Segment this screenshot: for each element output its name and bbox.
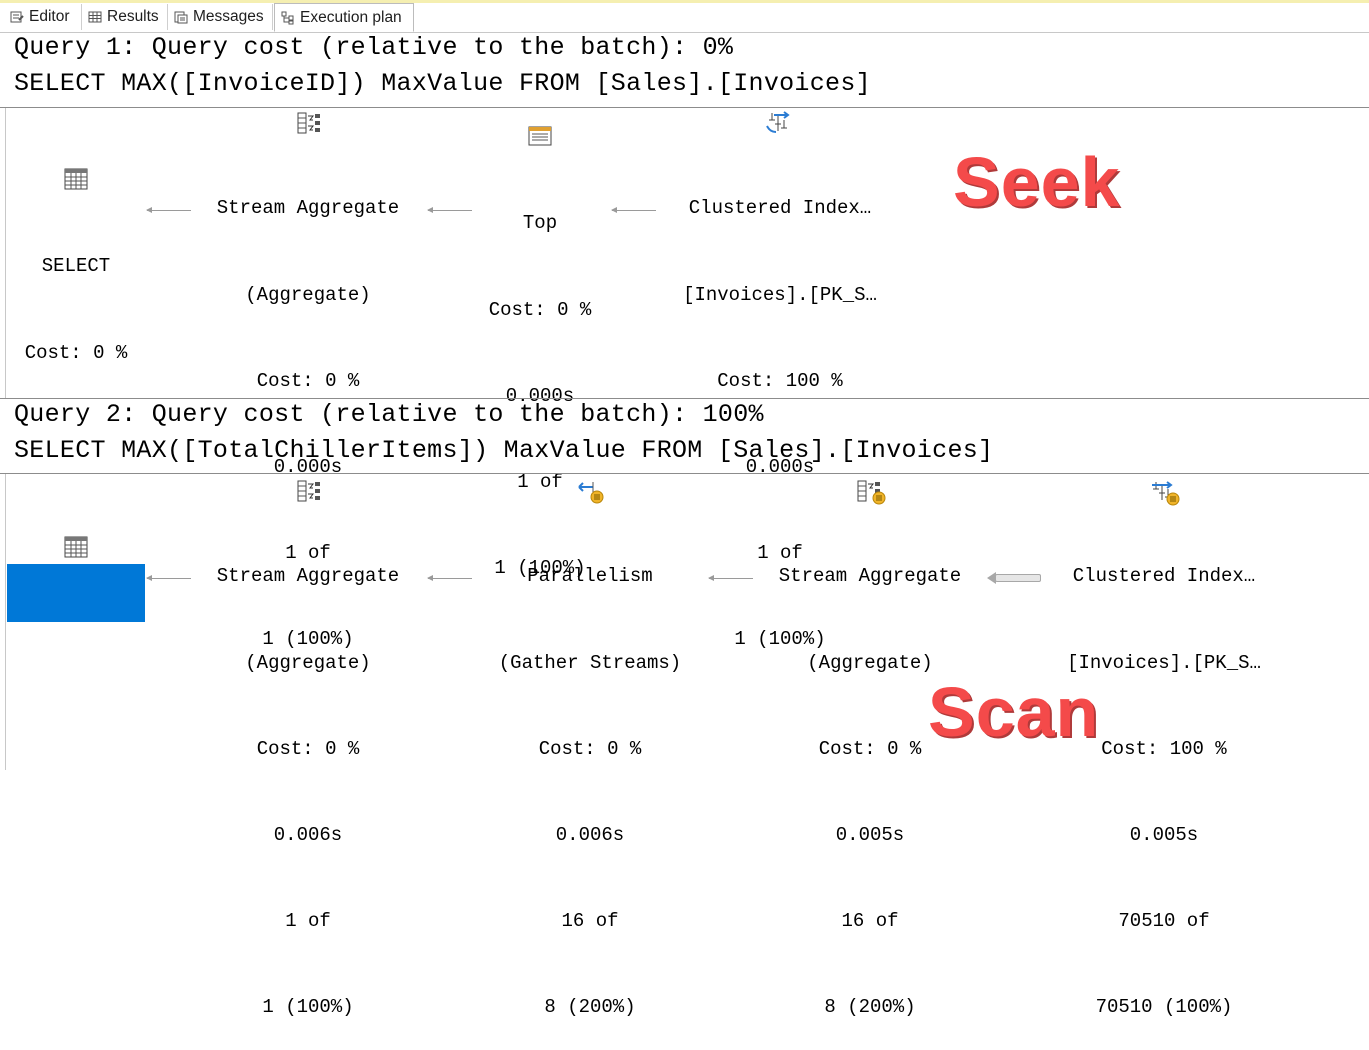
q2-select-node[interactable]: SELECT Cost: 0 % [6, 563, 146, 764]
q2-agg2-time: 0.005s [835, 823, 905, 846]
q1-idx-object: [Invoices].[PK_S… [683, 283, 877, 306]
tab-messages[interactable]: Messages [168, 4, 273, 30]
q1-arrow-2 [427, 207, 472, 213]
q2-agg2-rows-estimate: 8 (200%) [824, 995, 916, 1018]
q2-agg-time: 0.006s [273, 823, 343, 846]
editor-icon [10, 10, 24, 24]
query2-sql-text: SELECT MAX([TotalChillerItems]) MaxValue… [14, 436, 994, 465]
tab-results[interactable]: Results [82, 4, 168, 30]
q2-agg2-name: Stream Aggregate [778, 565, 962, 588]
top-operator-icon[interactable] [528, 126, 552, 151]
tab-results-label: Results [107, 8, 159, 25]
q2-clustered-index-node[interactable]: Clustered Index… [Invoices].[PK_S… Cost:… [1034, 505, 1294, 1050]
q1-agg-name: Stream Aggregate [216, 197, 400, 220]
q2-par-rows-estimate: 8 (200%) [544, 995, 636, 1018]
q2-select-cost: Cost: 0 % [24, 709, 128, 732]
tab-editor[interactable]: Editor [4, 4, 82, 30]
tab-execution-plan-label: Execution plan [300, 8, 402, 26]
q1-agg-sub: (Aggregate) [245, 283, 371, 306]
select-result-icon[interactable] [64, 536, 88, 563]
q2-stream-aggregate-2-node[interactable]: Stream Aggregate (Aggregate) Cost: 0 % 0… [750, 505, 990, 1050]
q2-par-name: Parallelism [527, 565, 653, 588]
execution-plan-icon [281, 11, 295, 25]
clustered-index-seek-icon[interactable] [766, 110, 792, 139]
q2-par-time: 0.006s [555, 823, 625, 846]
tab-execution-plan[interactable]: Execution plan [274, 3, 414, 32]
q2-arrow-2 [427, 575, 472, 581]
q2-select-name: SELECT [41, 623, 111, 646]
q2-stream-aggregate-node[interactable]: Stream Aggregate (Aggregate) Cost: 0 % 0… [188, 505, 428, 1050]
q2-agg2-rows-actual: 16 of [841, 909, 899, 932]
q1-select-name: SELECT [41, 255, 111, 278]
select-result-icon[interactable] [64, 168, 88, 195]
q1-top-name: Top [522, 212, 558, 235]
query2-cost-text: Query 2: Query cost (relative to the bat… [14, 400, 764, 429]
q1-agg-cost: Cost: 0 % [256, 369, 360, 392]
q2-agg-sub: (Aggregate) [245, 651, 371, 674]
q1-select-cost: Cost: 0 % [24, 341, 128, 364]
seek-annotation: Seek [953, 143, 1121, 221]
q2-idx-name: Clustered Index… [1072, 565, 1256, 588]
q2-par-sub: (Gather Streams) [498, 651, 682, 674]
q2-parallelism-node[interactable]: Parallelism (Gather Streams) Cost: 0 % 0… [470, 505, 710, 1050]
messages-icon [174, 10, 188, 24]
q2-idx-rows-actual: 70510 of [1118, 909, 1210, 932]
tab-editor-label: Editor [29, 8, 70, 25]
scan-annotation: Scan [928, 673, 1100, 751]
query1-header: Query 1: Query cost (relative to the bat… [0, 32, 1369, 108]
q2-agg-name: Stream Aggregate [216, 565, 400, 588]
q1-top-cost: Cost: 0 % [488, 298, 592, 321]
q2-arrow-1 [146, 575, 191, 581]
query1-cost-text: Query 1: Query cost (relative to the bat… [14, 33, 734, 62]
q2-agg-cost: Cost: 0 % [256, 737, 360, 760]
q1-arrow-1 [146, 207, 191, 213]
query1-sql-text: SELECT MAX([InvoiceID]) MaxValue FROM [S… [14, 69, 871, 98]
document-tab-strip: Editor Results Messages Execution plan [0, 0, 1369, 33]
stream-aggregate-icon[interactable] [297, 480, 321, 507]
tab-messages-label: Messages [193, 8, 264, 25]
q2-agg-rows-actual: 1 of [285, 909, 331, 932]
q1-select-node[interactable]: SELECT Cost: 0 % [6, 195, 146, 396]
q1-idx-name: Clustered Index… [688, 197, 872, 220]
q2-par-cost: Cost: 0 % [538, 737, 642, 760]
q2-idx-rows-estimate: 70510 (100%) [1095, 995, 1233, 1018]
q2-agg-rows-estimate: 1 (100%) [262, 995, 354, 1018]
q2-idx-time: 0.005s [1129, 823, 1199, 846]
q1-idx-cost: Cost: 100 % [717, 369, 843, 392]
grid-icon [88, 10, 102, 24]
stream-aggregate-icon[interactable] [297, 112, 321, 139]
q2-par-rows-actual: 16 of [561, 909, 619, 932]
query2-header: Query 2: Query cost (relative to the bat… [0, 398, 1369, 474]
q2-arrow-3 [708, 575, 753, 581]
